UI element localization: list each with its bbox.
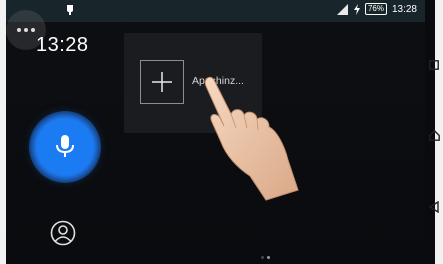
dot [31, 28, 35, 32]
plus-icon [152, 72, 172, 92]
voice-search-button[interactable] [37, 119, 93, 175]
home-icon[interactable] [429, 130, 440, 141]
microphone-icon [56, 135, 74, 157]
user-circle-icon[interactable] [50, 220, 76, 246]
add-shortcut-button[interactable] [140, 60, 184, 104]
home-screen: 76% 13:28 13:28 Appshinz... [6, 0, 425, 264]
page-dot-active [267, 256, 270, 259]
recents-icon[interactable] [429, 60, 439, 70]
back-icon[interactable] [429, 201, 439, 213]
dot [17, 28, 21, 32]
status-time: 13:28 [391, 3, 417, 15]
status-bar: 76% 13:28 [6, 0, 425, 22]
home-clock: 13:28 [36, 34, 89, 56]
battery-level: 76 [367, 4, 377, 13]
pointing-hand-icon [204, 76, 299, 201]
notification-icon [67, 5, 73, 15]
battery-icon: 76% [364, 3, 387, 15]
dot [24, 28, 28, 32]
page-dot [261, 256, 264, 259]
charging-icon [353, 3, 360, 15]
page-indicator [261, 256, 270, 259]
status-icons: 76% 13:28 [336, 3, 417, 15]
signal-icon [336, 3, 348, 15]
battery-unit: % [376, 4, 384, 13]
